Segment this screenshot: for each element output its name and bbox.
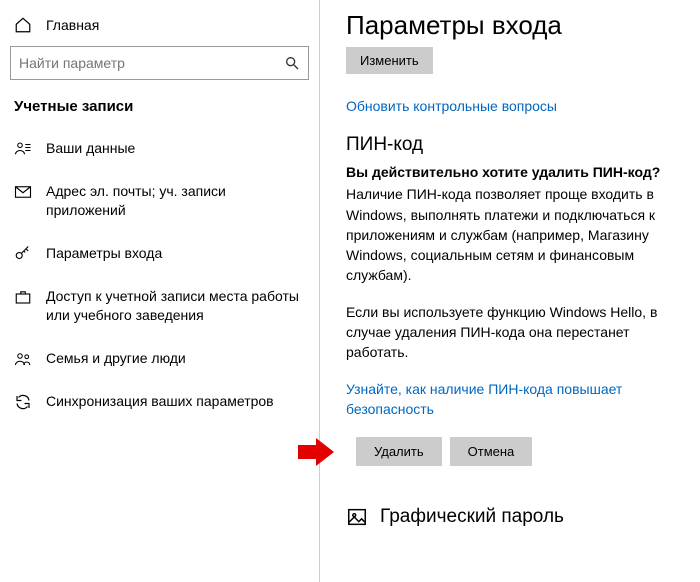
sidebar-item-label: Семья и другие люди bbox=[46, 349, 186, 368]
search-icon bbox=[284, 55, 300, 71]
sidebar-item-your-info[interactable]: Ваши данные bbox=[0, 127, 319, 170]
section-title: Учетные записи bbox=[0, 98, 319, 127]
person-icon bbox=[14, 139, 32, 158]
confirm-button-row: Удалить Отмена bbox=[326, 437, 684, 466]
home-label: Главная bbox=[46, 17, 99, 33]
sidebar-item-label: Адрес эл. почты; уч. записи приложений bbox=[46, 182, 305, 220]
picture-icon bbox=[346, 506, 368, 528]
people-icon bbox=[14, 349, 32, 368]
sidebar-item-label: Синхронизация ваших параметров bbox=[46, 392, 274, 411]
home-icon bbox=[14, 16, 32, 34]
delete-button[interactable]: Удалить bbox=[356, 437, 442, 466]
learn-more-link[interactable]: Узнайте, как наличие ПИН-кода повышает б… bbox=[346, 379, 684, 420]
key-icon bbox=[14, 244, 32, 263]
sidebar-item-label: Доступ к учетной записи места работы или… bbox=[46, 287, 305, 325]
update-questions-link[interactable]: Обновить контрольные вопросы bbox=[346, 96, 684, 116]
picture-password-heading: Графический пароль bbox=[380, 506, 564, 528]
sync-icon bbox=[14, 392, 32, 411]
nav: Ваши данные Адрес эл. почты; уч. записи … bbox=[0, 127, 319, 423]
sidebar-item-family[interactable]: Семья и другие люди bbox=[0, 337, 319, 380]
page-title: Параметры входа bbox=[346, 10, 684, 41]
confirm-question: Вы действительно хотите удалить ПИН-код? bbox=[346, 164, 684, 180]
sidebar-item-work-school[interactable]: Доступ к учетной записи места работы или… bbox=[0, 275, 319, 337]
cancel-button[interactable]: Отмена bbox=[450, 437, 533, 466]
sidebar-item-label: Ваши данные bbox=[46, 139, 135, 158]
pin-heading: ПИН-код bbox=[346, 134, 684, 156]
picture-password-section: Графический пароль bbox=[346, 506, 684, 528]
home-row[interactable]: Главная bbox=[0, 10, 319, 46]
change-button[interactable]: Изменить bbox=[346, 47, 433, 74]
sidebar: Главная Учетные записи Ваши данные Адрес… bbox=[0, 0, 320, 582]
mail-icon bbox=[14, 182, 32, 201]
sidebar-item-signin-options[interactable]: Параметры входа bbox=[0, 232, 319, 275]
sidebar-item-email-accounts[interactable]: Адрес эл. почты; уч. записи приложений bbox=[0, 170, 319, 232]
search-box[interactable] bbox=[10, 46, 309, 80]
pin-description-1: Наличие ПИН-кода позволяет проще входить… bbox=[346, 184, 684, 285]
pin-description-2: Если вы используете функцию Windows Hell… bbox=[346, 302, 684, 363]
sidebar-item-sync[interactable]: Синхронизация ваших параметров bbox=[0, 380, 319, 423]
search-input[interactable] bbox=[19, 55, 284, 71]
briefcase-icon bbox=[14, 287, 32, 306]
sidebar-item-label: Параметры входа bbox=[46, 244, 162, 263]
main-content: Параметры входа Изменить Обновить контро… bbox=[320, 0, 700, 582]
